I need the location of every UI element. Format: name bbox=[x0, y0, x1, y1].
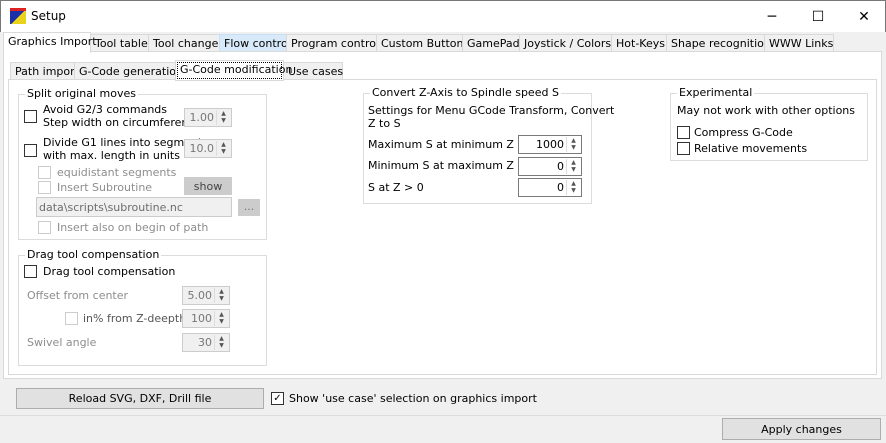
compress-checkbox[interactable] bbox=[677, 126, 690, 139]
value: 5.00 bbox=[187, 289, 213, 302]
experimental-desc: May not work with other options bbox=[677, 104, 856, 117]
insert-subroutine-checkbox[interactable] bbox=[38, 181, 51, 194]
s-at-z-label: S at Z > 0 bbox=[368, 181, 424, 194]
percent-checkbox[interactable] bbox=[65, 312, 78, 325]
compress-label: Compress G-Code bbox=[694, 126, 793, 139]
up-down-arrows-icon[interactable]: ▲ ▼ bbox=[214, 311, 228, 326]
group-title: Drag tool compensation bbox=[25, 248, 162, 261]
tab-custom-buttons[interactable]: Custom Buttons bbox=[376, 34, 469, 52]
offset-spinner[interactable]: 5.00 ▲ ▼ bbox=[182, 286, 230, 305]
show-button[interactable]: show bbox=[184, 177, 232, 195]
subtab-path-import[interactable]: Path import bbox=[10, 62, 79, 80]
drag-tool-checkbox[interactable] bbox=[24, 265, 37, 278]
s-at-z-spinner[interactable]: 0 ▲ ▼ bbox=[518, 178, 582, 197]
group-title: Split original moves bbox=[25, 87, 138, 100]
up-down-arrows-icon[interactable]: ▲ ▼ bbox=[566, 180, 580, 195]
convert-desc: Settings for Menu GCode Transform, Conve… bbox=[368, 104, 615, 117]
browse-button[interactable]: ... bbox=[238, 199, 260, 216]
step-width-spinner[interactable]: 1.00 ▲ ▼ bbox=[184, 108, 232, 127]
app-icon bbox=[10, 8, 26, 24]
apply-changes-button[interactable]: Apply changes bbox=[722, 418, 881, 440]
close-button[interactable]: ✕ bbox=[841, 1, 886, 32]
up-down-arrows-icon[interactable]: ▲ ▼ bbox=[216, 110, 230, 125]
offset-label: Offset from center bbox=[27, 289, 129, 302]
drag-tool-label: Drag tool compensation bbox=[43, 265, 176, 278]
value: 10.0 bbox=[189, 142, 215, 155]
value: 100 bbox=[191, 312, 212, 325]
min-s-label: Minimum S at maximum Z bbox=[368, 159, 514, 172]
up-down-arrows-icon[interactable]: ▲ ▼ bbox=[566, 159, 580, 174]
subroutine-path-input[interactable]: data\scripts\subroutine.nc bbox=[36, 197, 232, 217]
insert-begin-label: Insert also on begin of path bbox=[57, 221, 209, 234]
insert-begin-checkbox[interactable] bbox=[38, 221, 51, 234]
value: 0 bbox=[557, 181, 564, 194]
step-width-label: Step width on circumference bbox=[43, 116, 202, 129]
value: 30 bbox=[198, 336, 212, 349]
convert-desc-2: Z to S bbox=[368, 117, 401, 130]
max-s-label: Maximum S at minimum Z bbox=[368, 138, 514, 151]
value: 1.00 bbox=[189, 111, 215, 124]
swivel-spinner[interactable]: 30 ▲ ▼ bbox=[182, 333, 230, 352]
min-s-spinner[interactable]: 0 ▲ ▼ bbox=[518, 157, 582, 176]
tab-shape-recognition[interactable]: Shape recognition bbox=[666, 34, 771, 52]
tab-flow-control[interactable]: Flow control bbox=[219, 34, 291, 52]
tab-joystick-colors[interactable]: Joystick / Colors bbox=[519, 34, 612, 52]
tab-tool-change[interactable]: Tool change bbox=[148, 34, 220, 52]
avoid-g23-label: Avoid G2/3 commands bbox=[43, 103, 168, 116]
relative-label: Relative movements bbox=[694, 142, 808, 155]
max-length-label: with max. length in units bbox=[43, 149, 180, 162]
divider bbox=[0, 415, 886, 416]
avoid-g23-checkbox[interactable] bbox=[24, 110, 37, 123]
tab-program-control[interactable]: Program control bbox=[286, 34, 379, 52]
window-title: Setup bbox=[31, 9, 66, 23]
group-title: Experimental bbox=[677, 86, 755, 99]
percent-label: in% from Z-deepth bbox=[83, 312, 187, 325]
tab-www-links[interactable]: WWW Links bbox=[764, 34, 834, 52]
up-down-arrows-icon[interactable]: ▲ ▼ bbox=[214, 335, 228, 350]
title-bar: Setup ─ ☐ ✕ bbox=[0, 0, 886, 32]
max-s-spinner[interactable]: 1000 ▲ ▼ bbox=[518, 135, 582, 154]
subtab-gcode-modification[interactable]: G-Code modification bbox=[175, 60, 292, 81]
equidistant-label: equidistant segments bbox=[57, 166, 177, 179]
relative-checkbox[interactable] bbox=[677, 142, 690, 155]
tab-gamepad[interactable]: GamePad bbox=[462, 34, 520, 52]
value: 1000 bbox=[536, 138, 564, 151]
divide-g1-checkbox[interactable] bbox=[24, 144, 37, 157]
show-usecase-label: Show 'use case' selection on graphics im… bbox=[289, 392, 537, 405]
tab-hot-keys[interactable]: Hot-Keys bbox=[611, 34, 667, 52]
value: 0 bbox=[557, 160, 564, 173]
insert-subroutine-label: Insert Subroutine bbox=[57, 181, 153, 194]
equidistant-checkbox[interactable] bbox=[38, 166, 51, 179]
up-down-arrows-icon[interactable]: ▲ ▼ bbox=[566, 137, 580, 152]
segment-length-spinner[interactable]: 10.0 ▲ ▼ bbox=[184, 139, 232, 158]
tab-tool-table[interactable]: Tool table bbox=[90, 34, 149, 52]
swivel-label: Swivel angle bbox=[27, 336, 97, 349]
reload-button[interactable]: Reload SVG, DXF, Drill file bbox=[16, 388, 264, 409]
subtab-gcode-generation[interactable]: G-Code generation bbox=[74, 62, 183, 80]
maximize-button[interactable]: ☐ bbox=[795, 1, 841, 32]
subtab-use-cases[interactable]: Use cases bbox=[283, 62, 343, 80]
minimize-button[interactable]: ─ bbox=[749, 1, 795, 32]
up-down-arrows-icon[interactable]: ▲ ▼ bbox=[216, 141, 230, 156]
up-down-arrows-icon[interactable]: ▲ ▼ bbox=[214, 288, 228, 303]
group-title: Convert Z-Axis to Spindle speed S bbox=[370, 86, 561, 99]
tab-graphics-import[interactable]: Graphics Import bbox=[3, 32, 97, 53]
percent-spinner[interactable]: 100 ▲ ▼ bbox=[182, 309, 230, 328]
show-usecase-checkbox[interactable]: ✓ bbox=[271, 392, 284, 405]
